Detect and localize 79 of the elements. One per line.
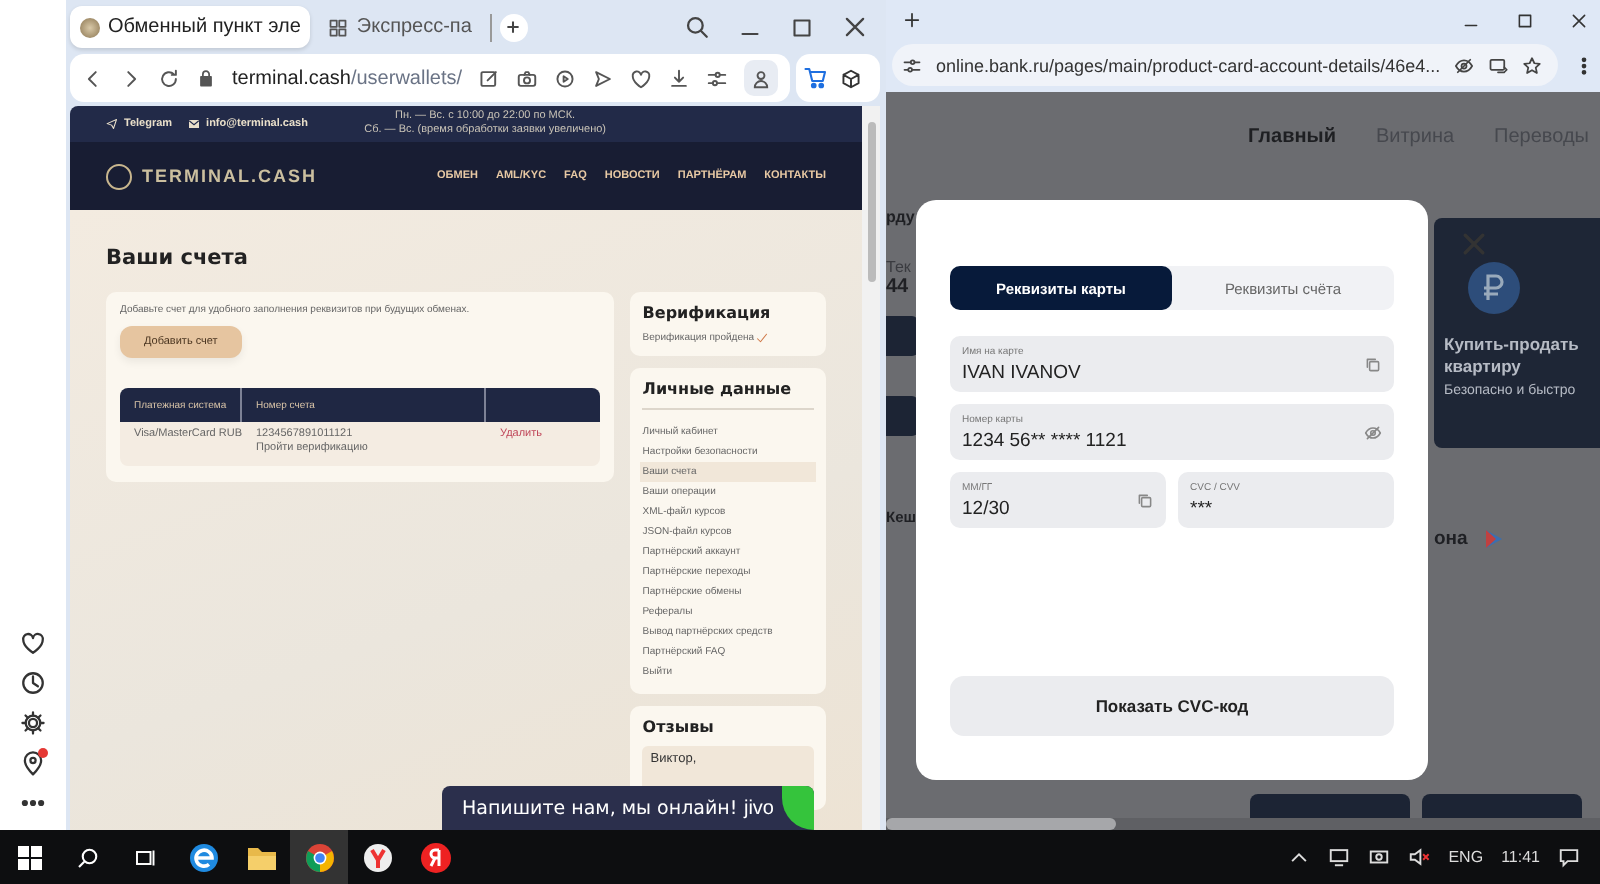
location-pin-icon[interactable]: [20, 750, 46, 776]
address-bar[interactable]: online.bank.ru/pages/main/product-card-account-details/46e4...: [892, 44, 1559, 86]
field-value: ***: [1190, 497, 1215, 519]
clock-time[interactable]: 11:41: [1501, 848, 1540, 866]
search-icon[interactable]: [684, 14, 710, 40]
maximize-icon[interactable]: [1516, 11, 1534, 29]
edge-browser-icon[interactable]: [187, 841, 219, 873]
volume-muted-icon[interactable]: [1408, 846, 1431, 868]
field-value: 12/30: [962, 497, 1012, 519]
yandex-browser-icon[interactable]: [361, 841, 393, 873]
chrome-icon[interactable]: [303, 841, 335, 873]
windows-logo-icon[interactable]: [17, 845, 41, 869]
plus-icon[interactable]: [504, 18, 523, 36]
promo-title: Купить-продать квартиру: [1444, 334, 1581, 377]
settings-icon[interactable]: [20, 710, 46, 736]
cart-icon[interactable]: [804, 66, 828, 90]
field-value: IVAN IVANOV: [962, 361, 1083, 383]
browser-tab[interactable]: Обменный пункт эле: [70, 6, 311, 48]
horizontal-scrollbar[interactable]: [886, 818, 1600, 830]
site-logo[interactable]: TERMINAL.CASH: [142, 166, 317, 186]
dark-button[interactable]: [886, 316, 918, 356]
folder-icon[interactable]: [245, 843, 277, 871]
section-title: Верификация: [642, 304, 773, 322]
balance-fragment: 44: [886, 276, 911, 298]
mail-icon: [188, 118, 201, 130]
section-title: Отзывы: [642, 718, 716, 736]
install-icon[interactable]: [1488, 55, 1509, 75]
field-value: 1234 56** **** 1121: [962, 429, 1129, 451]
search-icon[interactable]: [75, 845, 99, 869]
history-icon[interactable]: [20, 670, 46, 696]
heart-icon[interactable]: [630, 67, 653, 89]
close-icon[interactable]: [1570, 11, 1588, 29]
sliders-icon[interactable]: [706, 67, 729, 89]
address-bar[interactable]: terminal.cash/userwallets/: [70, 54, 790, 102]
chat-widget[interactable]: Напишите нам, мы онлайн! jivo: [442, 786, 814, 830]
language-indicator[interactable]: ENG: [1448, 848, 1484, 866]
section-title: Личные данные: [642, 380, 794, 398]
user-icon[interactable]: [750, 67, 773, 89]
scrollbar[interactable]: [862, 106, 880, 830]
download-icon[interactable]: [668, 67, 691, 89]
camera-icon[interactable]: [1368, 846, 1391, 868]
new-tab-button[interactable]: [499, 13, 528, 41]
bookmark-star-icon[interactable]: [1522, 55, 1543, 75]
grid-icon: [328, 17, 349, 37]
site-info-icon[interactable]: [902, 55, 922, 75]
yandex-icon[interactable]: [419, 841, 451, 873]
camera-icon[interactable]: [516, 67, 539, 89]
maximize-icon[interactable]: [790, 15, 814, 39]
copy-icon[interactable]: [1364, 355, 1382, 373]
favicon-icon: [80, 17, 100, 37]
reload-icon[interactable]: [158, 67, 180, 89]
logo-icon: [106, 163, 132, 189]
close-icon[interactable]: [842, 14, 868, 40]
dark-button[interactable]: [886, 396, 918, 436]
send-icon[interactable]: [592, 67, 615, 89]
chat-text: Напишите нам, мы онлайн!: [462, 797, 738, 819]
url-text: terminal.cash/userwallets/: [232, 67, 463, 89]
ruble-icon: [1468, 262, 1520, 314]
play-icon[interactable]: [554, 67, 577, 89]
page-title: Ваши счета: [106, 246, 250, 270]
cube-icon[interactable]: [840, 67, 862, 89]
profile-button[interactable]: [744, 60, 778, 96]
offer-fragment: она: [1434, 528, 1468, 550]
heading-fragment: рду: [886, 208, 917, 226]
lock-icon: [196, 68, 216, 88]
heart-icon[interactable]: [20, 630, 46, 656]
notifications-icon[interactable]: [1558, 846, 1580, 868]
network-icon[interactable]: [1328, 846, 1351, 868]
chat-brand: jivo: [743, 797, 774, 819]
url-text: online.bank.ru/pages/main/product-card-account-details/46e4...: [936, 55, 1441, 75]
copy-icon[interactable]: [1136, 491, 1154, 509]
new-tab-icon[interactable]: [902, 10, 922, 30]
telegram-icon: [106, 118, 118, 130]
browser-tab[interactable]: Экспресс-па: [318, 6, 482, 48]
eye-slash-icon[interactable]: [1454, 55, 1475, 75]
task-view-icon[interactable]: [133, 845, 157, 869]
play-logo-icon: [1483, 528, 1504, 550]
show-cvc-button[interactable]: Показать CVC-код: [950, 676, 1394, 736]
edit-icon[interactable]: [478, 67, 501, 89]
